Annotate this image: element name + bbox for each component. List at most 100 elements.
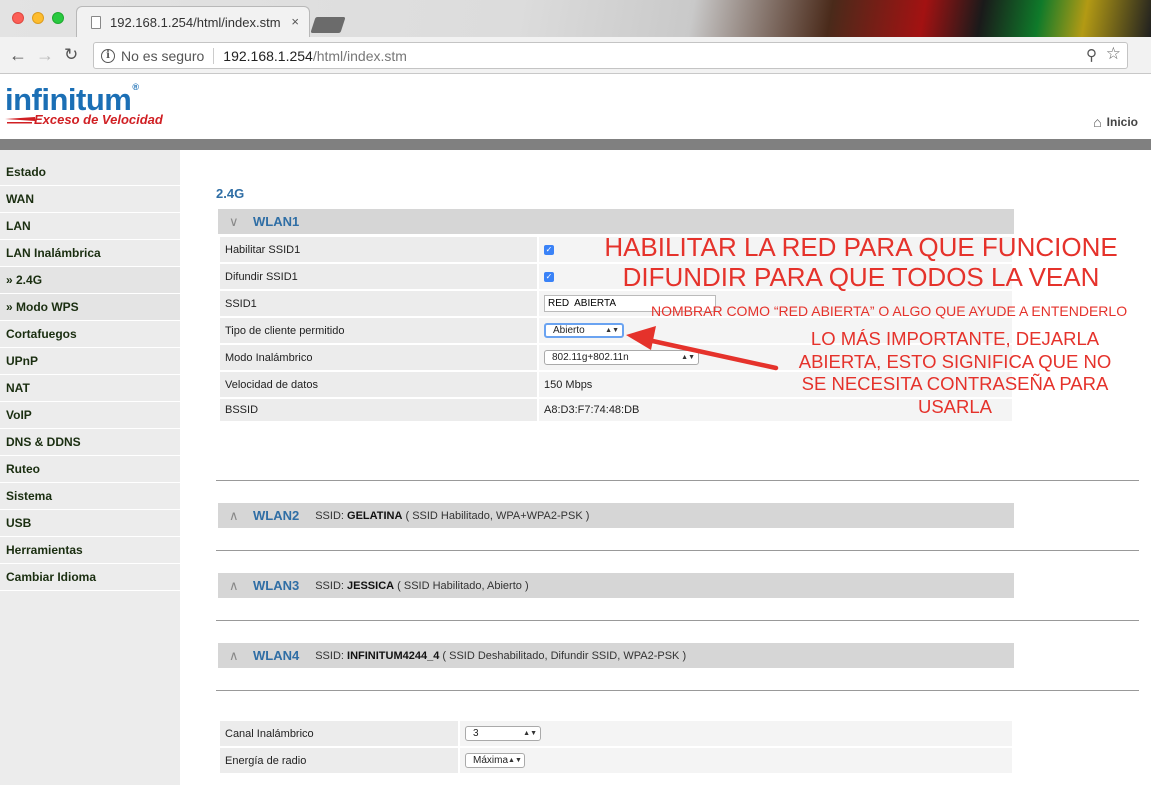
wlan1-header[interactable]: ∨ WLAN1 xyxy=(218,209,1014,234)
wireless-mode-label: Modo Inalámbrico xyxy=(218,343,539,372)
home-icon: ⌂ xyxy=(1093,114,1102,130)
tab-title: 192.168.1.254/html/index.stm xyxy=(110,14,281,30)
sidebar-item-estado[interactable]: Estado xyxy=(0,159,180,186)
wlan2-header[interactable]: ∧ WLAN2 SSID: GELATINA ( SSID Habilitado… xyxy=(218,503,1014,528)
radio-power-label: Energía de radio xyxy=(218,746,460,775)
broadcast-ssid-checkbox[interactable]: ✓ xyxy=(544,271,554,282)
wlan3-ssid-summary: SSID: JESSICA ( SSID Habilitado, Abierto… xyxy=(315,580,528,592)
section-divider xyxy=(216,550,1139,551)
logo-tagline: Exceso de Velocidad xyxy=(34,112,163,127)
annotation-important: LO MÁS IMPORTANTE, DEJARLA ABIERTA, ESTO… xyxy=(776,328,1134,418)
channel-select[interactable]: 3 ▲▼ xyxy=(465,726,541,741)
chevron-down-icon: ∨ xyxy=(229,213,239,229)
sidebar-item-cortafuegos[interactable]: Cortafuegos xyxy=(0,321,180,348)
select-arrows-icon: ▲▼ xyxy=(508,757,522,764)
table-row: Energía de radio Máxima ▲▼ xyxy=(218,746,1014,775)
security-label: No es seguro xyxy=(121,47,205,64)
logo-trademark: ® xyxy=(132,82,139,92)
back-arrow-icon[interactable]: ← xyxy=(9,45,27,66)
sidebar-item-lan[interactable]: LAN xyxy=(0,213,180,240)
radio-power-select[interactable]: Máxima ▲▼ xyxy=(465,753,525,768)
client-type-value: Abierto xyxy=(553,325,585,336)
wlan3-header[interactable]: ∧ WLAN3 SSID: JESSICA ( SSID Habilitado,… xyxy=(218,573,1014,598)
wireless-mode-select[interactable]: 802.11g+802.11n ▲▼ xyxy=(544,350,699,365)
sidebar-item-voip[interactable]: VoIP xyxy=(0,402,180,429)
select-arrows-icon: ▲▼ xyxy=(681,354,695,361)
wlan1-title: WLAN1 xyxy=(253,214,300,229)
client-type-select[interactable]: Abierto ▲▼ xyxy=(544,323,624,338)
wlan3-ssid-name: JESSICA xyxy=(347,579,395,592)
wlan4-title: WLAN4 xyxy=(253,648,300,663)
forward-arrow-icon[interactable]: → xyxy=(36,45,54,66)
section-divider xyxy=(216,620,1139,621)
sidebar-item-2-4g[interactable]: » 2.4G xyxy=(0,267,180,294)
annotation-important-line: LO MÁS IMPORTANTE, DEJARLA xyxy=(810,328,1100,349)
enable-ssid-label: Habilitar SSID1 xyxy=(218,235,539,264)
wlan3-title: WLAN3 xyxy=(253,578,300,593)
home-label: Inicio xyxy=(1106,115,1138,129)
wlan4-ssid-name: INFINITUM4244_4 xyxy=(347,649,440,662)
bookmark-star-icon[interactable]: ☆ xyxy=(1106,44,1121,64)
wlan2-title: WLAN2 xyxy=(253,508,300,523)
wlan3-ssid-details: ( SSID Habilitado, Abierto ) xyxy=(397,579,529,592)
browser-toolbar: ← → ↻ i No es seguro 192.168.1.254 /html… xyxy=(0,37,1151,74)
sidebar-item-cambiar-idioma[interactable]: Cambiar Idioma xyxy=(0,564,180,591)
window-maximize-button[interactable] xyxy=(52,12,64,24)
ssid-prefix: SSID: xyxy=(315,579,344,592)
table-row: Canal Inalámbrico 3 ▲▼ xyxy=(218,719,1014,748)
close-tab-icon[interactable]: × xyxy=(291,14,299,29)
radio-power-cell: Máxima ▲▼ xyxy=(458,746,1014,775)
wlan2-ssid-summary: SSID: GELATINA ( SSID Habilitado, WPA+WP… xyxy=(315,510,589,522)
wlan2-ssid-details: ( SSID Habilitado, WPA+WPA2-PSK ) xyxy=(405,509,590,522)
annotation-broadcast: DIFUNDIR PARA QUE TODOS LA VEAN xyxy=(622,262,1100,292)
sidebar-item-lan-inalambrica[interactable]: LAN Inalámbrica xyxy=(0,240,180,267)
wlan4-ssid-summary: SSID: INFINITUM4244_4 ( SSID Deshabilita… xyxy=(315,650,686,662)
data-rate-label: Velocidad de datos xyxy=(218,370,539,399)
browser-tab[interactable]: 192.168.1.254/html/index.stm × xyxy=(76,6,310,37)
channel-value: 3 xyxy=(473,728,479,739)
sidebar-item-dns-ddns[interactable]: DNS & DDNS xyxy=(0,429,180,456)
channel-cell: 3 ▲▼ xyxy=(458,719,1014,748)
select-arrows-icon: ▲▼ xyxy=(605,327,619,334)
sidebar-nav: Estado WAN LAN LAN Inalámbrica » 2.4G » … xyxy=(0,150,180,785)
wlan4-header[interactable]: ∧ WLAN4 SSID: INFINITUM4244_4 ( SSID Des… xyxy=(218,643,1014,668)
broadcast-ssid-label: Difundir SSID1 xyxy=(218,262,539,291)
bssid-label: BSSID xyxy=(218,397,539,423)
sidebar-item-upnp[interactable]: UPnP xyxy=(0,348,180,375)
info-icon[interactable]: i xyxy=(101,48,115,63)
sidebar-item-herramientas[interactable]: Herramientas xyxy=(0,537,180,564)
window-close-button[interactable] xyxy=(12,12,24,24)
window-minimize-button[interactable] xyxy=(32,12,44,24)
header-divider-bar xyxy=(0,139,1151,150)
annotation-ssid-note: NOMBRAR COMO “RED ABIERTA” O ALGO QUE AY… xyxy=(651,303,1128,319)
annotation-enable: HABILITAR LA RED PARA QUE FUNCIONE xyxy=(604,232,1118,262)
sidebar-item-ruteo[interactable]: Ruteo xyxy=(0,456,180,483)
section-divider xyxy=(216,690,1139,691)
address-separator xyxy=(213,47,215,64)
document-icon xyxy=(91,15,101,29)
key-icon[interactable]: ⚲ xyxy=(1086,46,1097,64)
ssid-prefix: SSID: xyxy=(315,649,344,662)
address-bar[interactable]: i No es seguro 192.168.1.254 /html/index… xyxy=(93,42,1128,69)
sidebar-item-sistema[interactable]: Sistema xyxy=(0,483,180,510)
url-host: 192.168.1.254 xyxy=(223,47,313,64)
annotation-important-line: SE NECESITA CONTRASEÑA PARA xyxy=(801,373,1109,394)
browser-tabstrip: 192.168.1.254/html/index.stm × xyxy=(0,0,1151,37)
wlan2-ssid-name: GELATINA xyxy=(347,509,403,522)
enable-ssid-checkbox[interactable]: ✓ xyxy=(544,244,554,255)
select-arrows-icon: ▲▼ xyxy=(523,730,537,737)
sidebar-item-nat[interactable]: NAT xyxy=(0,375,180,402)
radio-settings-table: Canal Inalámbrico 3 ▲▼ Energía de radio … xyxy=(218,719,1014,775)
reload-icon[interactable]: ↻ xyxy=(64,45,78,65)
ssid-prefix: SSID: xyxy=(315,509,344,522)
sidebar-item-wan[interactable]: WAN xyxy=(0,186,180,213)
chevron-up-icon: ∧ xyxy=(229,507,239,523)
channel-label: Canal Inalámbrico xyxy=(218,719,460,748)
sidebar-item-usb[interactable]: USB xyxy=(0,510,180,537)
new-tab-button[interactable] xyxy=(310,17,346,33)
home-link[interactable]: ⌂ Inicio xyxy=(1093,114,1138,130)
sidebar-item-modo-wps[interactable]: » Modo WPS xyxy=(0,294,180,321)
client-type-label: Tipo de cliente permitido xyxy=(218,316,539,345)
router-header: infinitum® Exceso de Velocidad ⌂ Inicio xyxy=(0,75,1151,139)
wireless-mode-value: 802.11g+802.11n xyxy=(552,352,629,363)
